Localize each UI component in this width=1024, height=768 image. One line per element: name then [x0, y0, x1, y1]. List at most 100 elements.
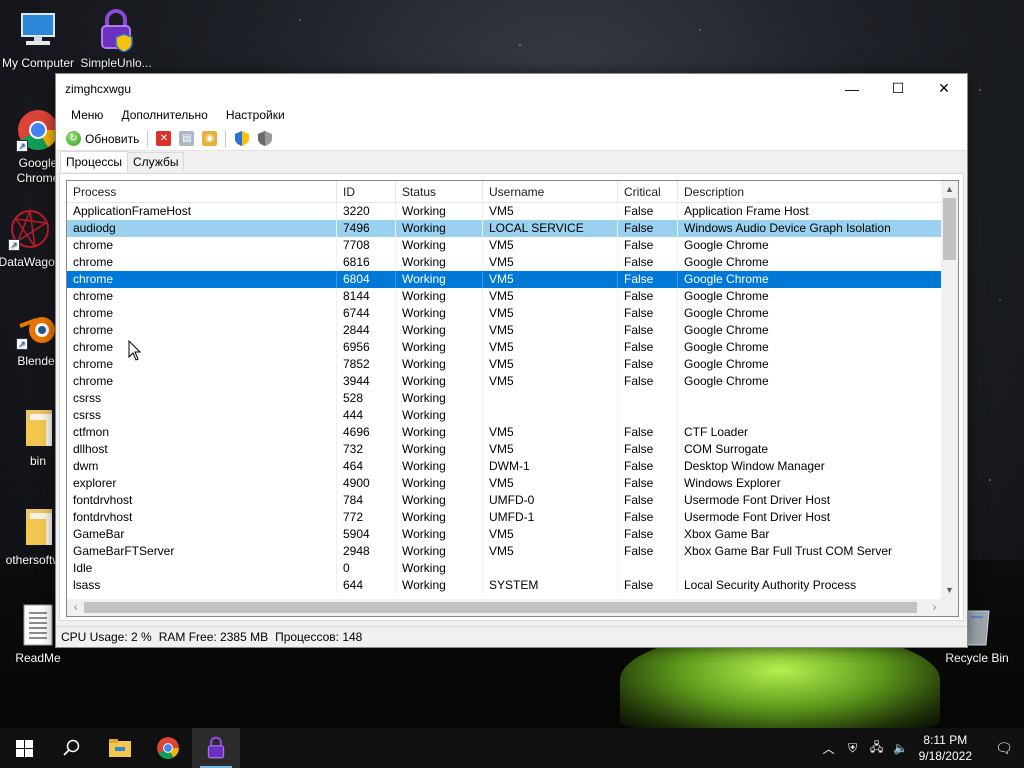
text-file-icon [16, 603, 60, 647]
column-header-status[interactable]: Status [396, 181, 483, 202]
process-row[interactable]: csrss 528 Working [67, 390, 958, 407]
menu-main[interactable]: Меню [62, 108, 112, 122]
cpu-usage: CPU Usage: 2 % [61, 630, 152, 644]
process-row[interactable]: ctfmon 4696 Working VM5 False CTF Loader [67, 424, 958, 441]
cell-description: Google Chrome [678, 288, 945, 305]
scroll-down-icon[interactable]: ▼ [941, 582, 958, 599]
column-header-username[interactable]: Username [483, 181, 618, 202]
process-row[interactable]: fontdrvhost 772 Working UMFD-1 False Usermode… [67, 509, 958, 526]
process-row[interactable]: chrome 6804 Working VM5 False Google Chrome [67, 271, 958, 288]
security-icon[interactable]: ⛨ [841, 741, 865, 756]
process-row[interactable]: explorer 4900 Working VM5 False Windows Explo… [67, 475, 958, 492]
notifications-icon[interactable]: 🗨 [984, 740, 1024, 757]
vertical-scrollbar[interactable]: ▲ ▼ [941, 181, 958, 599]
cell-id: 2948 [337, 543, 396, 560]
cell-username: LOCAL SERVICE [483, 220, 618, 237]
minimize-button[interactable]: — [829, 74, 875, 103]
desktop-icon-simpleunlocker[interactable]: SimpleUnlo... [78, 8, 154, 70]
cell-username: VM5 [483, 339, 618, 356]
cell-id: 4900 [337, 475, 396, 492]
cell-process: chrome [67, 237, 337, 254]
vertical-scroll-thumb[interactable] [943, 198, 956, 260]
column-header-description[interactable]: Description [678, 181, 945, 202]
process-row[interactable]: chrome 6956 Working VM5 False Google Chrome [67, 339, 958, 356]
taskbar: ︿ ⛨ 🖧 🔈 8:11 PM 9/18/2022 🗨 [0, 728, 1024, 768]
process-row[interactable]: GameBarFTServer 2948 Working VM5 False Xbox G… [67, 543, 958, 560]
window-icon[interactable]: ▤ [179, 131, 195, 146]
cell-username: VM5 [483, 203, 618, 220]
cell-process: GameBar [67, 526, 337, 543]
kill-process-icon[interactable]: ✕ [156, 131, 172, 146]
cell-description: Desktop Window Manager [678, 458, 945, 475]
taskbar-chrome[interactable] [144, 728, 192, 768]
tab-processes[interactable]: Процессы [60, 151, 129, 172]
cell-username: VM5 [483, 254, 618, 271]
close-button[interactable]: ✕ [921, 74, 967, 103]
process-row[interactable]: dwm 464 Working DWM-1 False Desktop Window Ma… [67, 458, 958, 475]
cell-username: VM5 [483, 305, 618, 322]
scroll-left-icon[interactable]: ‹ [67, 599, 84, 616]
title-bar[interactable]: zimghcxwgu — ☐ ✕ [56, 74, 967, 103]
cell-critical: False [618, 509, 678, 526]
process-row[interactable]: chrome 6744 Working VM5 False Google Chrome [67, 305, 958, 322]
taskbar-file-explorer[interactable] [96, 728, 144, 768]
process-list-header: Process ID Status Username Critical Desc… [67, 181, 958, 203]
desktop-icon-my-computer[interactable]: My Computer [0, 8, 76, 70]
refresh-button[interactable]: ↻ Обновить [66, 131, 139, 146]
process-list[interactable]: Process ID Status Username Critical Desc… [66, 180, 959, 617]
cell-process: audiodg [67, 220, 337, 237]
cell-process: chrome [67, 288, 337, 305]
tab-services[interactable]: Службы [127, 152, 185, 171]
cell-critical: False [618, 577, 678, 594]
cell-description: Google Chrome [678, 356, 945, 373]
column-header-process[interactable]: Process [67, 181, 337, 202]
column-header-critical[interactable]: Critical [618, 181, 678, 202]
cell-status: Working [396, 526, 483, 543]
horizontal-scroll-thumb[interactable] [84, 602, 917, 613]
folder-icon [16, 406, 60, 450]
shield-icon[interactable] [234, 131, 249, 146]
network-icon[interactable]: 🖧 [865, 738, 889, 759]
process-row[interactable]: csrss 444 Working [67, 407, 958, 424]
cell-username: VM5 [483, 237, 618, 254]
clock[interactable]: 8:11 PM 9/18/2022 [919, 732, 972, 764]
menu-advanced[interactable]: Дополнительно [112, 108, 216, 122]
process-row[interactable]: fontdrvhost 784 Working UMFD-0 False Usermode… [67, 492, 958, 509]
process-row[interactable]: chrome 8144 Working VM5 False Google Chrome [67, 288, 958, 305]
ram-free: RAM Free: 2385 MB [158, 630, 269, 644]
process-row[interactable]: Idle 0 Working [67, 560, 958, 577]
windows-logo-icon [15, 739, 33, 757]
volume-icon[interactable]: 🔈 [889, 741, 913, 755]
lock-icon [207, 736, 225, 759]
cell-description: Google Chrome [678, 305, 945, 322]
scroll-up-icon[interactable]: ▲ [941, 181, 958, 198]
taskbar-simpleunlocker[interactable] [192, 728, 240, 768]
cell-username: VM5 [483, 322, 618, 339]
cell-id: 6744 [337, 305, 396, 322]
cell-process: dllhost [67, 441, 337, 458]
column-header-id[interactable]: ID [337, 181, 396, 202]
search-button[interactable] [48, 728, 96, 768]
cell-process: fontdrvhost [67, 492, 337, 509]
process-row[interactable]: audiodg 7496 Working LOCAL SERVICE False Wind… [67, 220, 958, 237]
maximize-button[interactable]: ☐ [875, 74, 921, 103]
process-row[interactable]: chrome 6816 Working VM5 False Google Chrome [67, 254, 958, 271]
process-row[interactable]: ApplicationFrameHost 3220 Working VM5 False A… [67, 203, 958, 220]
start-button[interactable] [0, 728, 48, 768]
folder-open-icon[interactable]: ◉ [202, 131, 218, 146]
cell-critical: False [618, 356, 678, 373]
process-row[interactable]: chrome 7852 Working VM5 False Google Chrome [67, 356, 958, 373]
process-row[interactable]: chrome 3944 Working VM5 False Google Chrome [67, 373, 958, 390]
cell-status: Working [396, 237, 483, 254]
process-row[interactable]: GameBar 5904 Working VM5 False Xbox Game Bar [67, 526, 958, 543]
cell-critical: False [618, 526, 678, 543]
shield-gray-icon[interactable] [257, 131, 272, 146]
process-row[interactable]: chrome 7708 Working VM5 False Google Chrome [67, 237, 958, 254]
chevron-up-icon[interactable]: ︿ [817, 740, 841, 757]
process-row[interactable]: dllhost 732 Working VM5 False COM Surrogate [67, 441, 958, 458]
menu-settings[interactable]: Настройки [217, 108, 294, 122]
process-row[interactable]: lsass 644 Working SYSTEM False Local Security… [67, 577, 958, 594]
process-row[interactable]: chrome 2844 Working VM5 False Google Chrome [67, 322, 958, 339]
cell-description: Xbox Game Bar [678, 526, 945, 543]
horizontal-scrollbar[interactable]: ‹ › [67, 599, 943, 616]
